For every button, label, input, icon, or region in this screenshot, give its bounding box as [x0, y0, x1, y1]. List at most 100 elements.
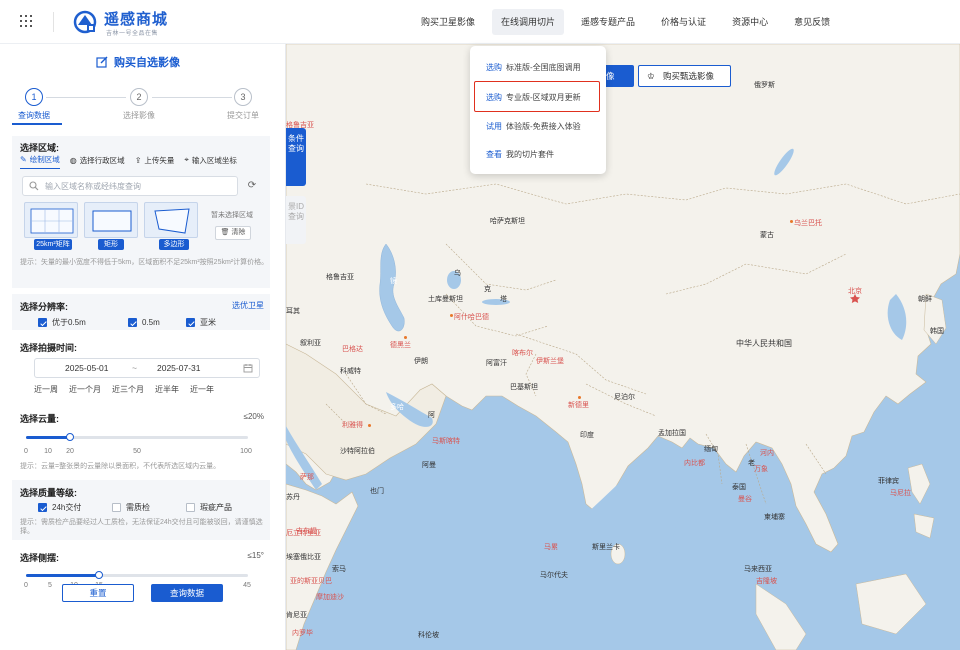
res-option-submeter-label: 亚米: [200, 318, 216, 327]
tilt-slider-fill: [26, 574, 99, 577]
shape-card-polygon[interactable]: [144, 202, 198, 238]
highlight-box: [474, 81, 600, 112]
trash-icon: 🗑: [220, 229, 230, 236]
date-range-picker[interactable]: 2025-05-01 ~ 2025-07-31: [34, 358, 260, 378]
area-tabs: ✎ 绘制区域 ◍ 选择行政区域 ⇪ 上传矢量 ⌖ 输入区域坐标: [20, 154, 247, 169]
shape-card-rect[interactable]: [84, 202, 138, 238]
res-option-better-05[interactable]: 优于0.5m: [38, 317, 128, 328]
tilt-value-label: ≤15°: [247, 551, 265, 560]
tab-condition-query[interactable]: 条件查询: [286, 128, 306, 186]
map-label-south-korea: 韩国: [930, 328, 944, 335]
menu-item-standard[interactable]: 选购 标准版-全国底图调用: [486, 62, 581, 73]
map-label-new-delhi: 新德里: [568, 402, 589, 409]
checkbox-icon: [38, 503, 47, 512]
tab-upload-vector[interactable]: ⇪ 上传矢量: [135, 154, 175, 169]
quick-last-half-year[interactable]: 近半年: [155, 384, 179, 395]
nav-resources[interactable]: 资源中心: [723, 9, 777, 35]
cloud-tick: 50: [133, 448, 141, 455]
cloud-slider-fill: [26, 436, 70, 439]
step-indicator: 1 2 3 查询数据 选择影像 提交订单: [0, 88, 286, 125]
tilt-ticks: 0 5 10 15 45: [12, 582, 270, 592]
step-connector: [46, 97, 126, 98]
edit-icon: [96, 56, 108, 68]
tilt-slider-handle[interactable]: [95, 571, 103, 579]
cloud-value-label: ≤20%: [243, 412, 264, 421]
globe-icon: ◍: [69, 155, 77, 165]
date-separator: ~: [132, 363, 137, 373]
buy-selected-image-button[interactable]: ♔ 购买甄选影像: [638, 65, 731, 87]
step-active-underline: [12, 123, 62, 125]
res-option-05[interactable]: 0.5m: [128, 317, 186, 328]
clear-area-button[interactable]: 🗑 清除: [215, 226, 251, 240]
quick-range-row: 近一周 近一个月 近三个月 近半年 近一年: [34, 384, 264, 395]
quality-defective[interactable]: 瑕疵产品: [186, 502, 232, 513]
quick-last-3-months[interactable]: 近三个月: [112, 384, 144, 395]
map-label-hanoi: 河内: [760, 450, 774, 457]
nav-thematic-products[interactable]: 遥感专题产品: [572, 9, 644, 35]
tilt-tick: 5: [48, 582, 52, 589]
map-label-tajik: 塔: [500, 296, 507, 303]
area-panel: 选择区域: ✎绘制区域 ◍选择行政区域 ⇪上传矢量 ⌖输入区域坐标 ⟳: [12, 136, 270, 288]
pen-icon: ✎: [20, 155, 27, 164]
brand-slogan: 吉林一号全品在售: [106, 31, 159, 37]
menu-item-trial-text: 体验版-免费接入体验: [506, 122, 581, 131]
map-label-sudan: 苏丹: [286, 494, 300, 501]
resolution-panel: 选择分辨率: 选优卫星 优于0.5m 0.5m 亚米: [12, 294, 270, 330]
menu-item-my-kits[interactable]: 查看 我的切片套件: [486, 149, 554, 160]
nav-buy-satellite-images[interactable]: 购买卫星影像: [412, 9, 484, 35]
tab-upload-vector-label: 上传矢量: [144, 155, 175, 165]
map-label-saudi: 沙特阿拉伯: [340, 448, 375, 455]
nav-online-tiles[interactable]: 在线调用切片: [492, 9, 565, 35]
city-dot: [450, 314, 453, 317]
map-label-nairobi: 内罗毕: [292, 630, 313, 637]
shape-grid-label[interactable]: 25km²矩阵: [34, 239, 72, 250]
tab-input-coords[interactable]: ⌖ 输入区域坐标: [184, 154, 237, 169]
map-label-baghdad: 巴格达: [342, 346, 363, 353]
apps-grid-icon[interactable]: [20, 15, 32, 27]
polygon-shape-icon: [154, 208, 190, 234]
quick-last-month[interactable]: 近一个月: [69, 384, 101, 395]
nav-feedback[interactable]: 意见反馈: [785, 9, 839, 35]
select-satellite-link[interactable]: 选优卫星: [232, 300, 264, 311]
header-divider: [53, 12, 54, 32]
sumatra: [755, 583, 807, 650]
menu-item-trial[interactable]: 试用 体验版-免费接入体验: [486, 121, 581, 132]
quick-last-year[interactable]: 近一年: [190, 384, 214, 395]
cloud-title: 选择云量:: [20, 414, 59, 424]
map-label-iraq: 叙利亚: [300, 340, 321, 347]
start-date[interactable]: 2025-05-01: [65, 363, 108, 373]
quality-24h-label: 24h交付: [52, 503, 82, 512]
tab-scene-id-query[interactable]: 景ID查询: [286, 196, 306, 244]
res-option-submeter[interactable]: 亚米: [186, 317, 216, 328]
query-data-button[interactable]: 查询数据: [151, 584, 223, 602]
map-label-malaysia: 马来西亚: [744, 566, 772, 573]
map-label-maldives: 马尔代夫: [540, 572, 568, 579]
map-label-vientiane: 万象: [754, 466, 768, 473]
shape-rect-label[interactable]: 矩形: [98, 239, 124, 250]
map-label-islamabad: 伊斯兰堡: [536, 358, 564, 365]
shape-card-grid[interactable]: [24, 202, 78, 238]
quality-inspection[interactable]: 需质检: [112, 502, 186, 513]
cloud-tick: 10: [44, 448, 52, 455]
tab-admin-area[interactable]: ◍ 选择行政区域: [70, 154, 125, 169]
nav-pricing[interactable]: 价格与认证: [652, 9, 715, 35]
shape-polygon-label[interactable]: 多边形: [159, 239, 189, 250]
quality-24h[interactable]: 24h交付: [38, 502, 112, 513]
reset-button[interactable]: 重置: [62, 584, 134, 602]
quick-last-week[interactable]: 近一周: [34, 384, 58, 395]
end-date[interactable]: 2025-07-31: [157, 363, 200, 373]
cloud-slider-handle[interactable]: [66, 433, 74, 441]
map-canvas[interactable]: 俄罗斯 哈萨克斯坦 蒙古 乌兰巴托 中华人民共和国 北京 朝鲜 韩国 格鲁吉亚 …: [286, 44, 960, 650]
tab-draw-area[interactable]: ✎ 绘制区域: [20, 154, 60, 169]
map-label-philippines: 菲律宾: [878, 478, 899, 485]
cloud-slider[interactable]: [26, 433, 248, 441]
map-label-afghanistan: 阿富汗: [486, 360, 507, 367]
area-title: 选择区域:: [20, 143, 59, 153]
area-search-input[interactable]: [45, 179, 230, 193]
refresh-icon[interactable]: ⟳: [244, 178, 260, 194]
brand-name[interactable]: 遥感商城: [104, 8, 168, 29]
checkbox-icon: [128, 318, 137, 327]
tilt-slider[interactable]: [26, 571, 248, 579]
area-hint: 提示：矢量的最小宽度不得低于5km，区域面积不足25km²按照25km²计算价格…: [20, 259, 269, 266]
cloud-tick: 0: [24, 448, 28, 455]
